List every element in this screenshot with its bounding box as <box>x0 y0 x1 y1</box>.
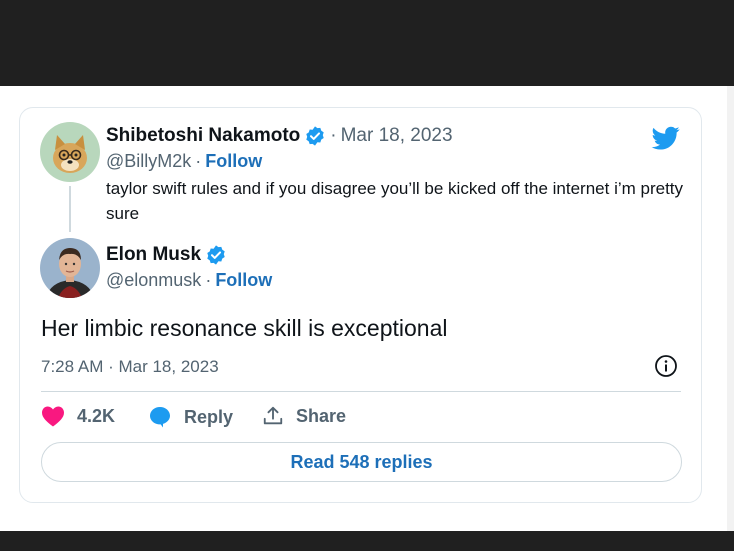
embedded-tweet-card: Shibetoshi Nakamoto · Mar 18, 2023 @Bill… <box>19 107 702 503</box>
parent-author-avatar[interactable] <box>40 122 100 182</box>
page-scrollbar-track[interactable] <box>727 86 734 531</box>
share-icon <box>263 406 283 425</box>
main-follow-link[interactable]: Follow <box>215 270 272 291</box>
main-author-handle[interactable]: @elonmusk <box>106 270 201 291</box>
letterbox-bottom <box>0 531 734 551</box>
letterbox-top <box>0 0 734 86</box>
like-count: 4.2K <box>77 405 116 426</box>
parent-tweet-date[interactable]: Mar 18, 2023 <box>341 125 453 147</box>
thread-connector-line <box>69 186 71 232</box>
heart-icon <box>42 406 64 427</box>
separator-dot: · <box>205 270 212 290</box>
parent-follow-link[interactable]: Follow <box>205 151 262 172</box>
share-label: Share <box>296 405 347 426</box>
like-button[interactable]: 4.2K <box>41 405 115 427</box>
main-author-avatar[interactable] <box>40 238 100 298</box>
parent-author-name[interactable]: Shibetoshi Nakamoto <box>106 125 300 147</box>
action-divider <box>41 391 681 392</box>
main-handle-row: @elonmusk · Follow <box>106 270 272 291</box>
separator-dot: · <box>330 125 337 146</box>
info-icon[interactable] <box>654 354 678 378</box>
read-replies-button[interactable]: Read 548 replies <box>41 442 682 482</box>
verified-badge-icon <box>306 126 324 146</box>
main-author-row: Elon Musk <box>106 244 227 266</box>
separator-dot: · <box>195 151 202 171</box>
reply-label: Reply <box>184 406 234 427</box>
parent-author-row: Shibetoshi Nakamoto · Mar 18, 2023 <box>106 125 453 147</box>
tweet-timestamp[interactable]: 7:28 AM · Mar 18, 2023 <box>41 357 219 377</box>
share-button[interactable]: Share <box>262 405 346 427</box>
parent-tweet-text: taylor swift rules and if you disagree y… <box>106 179 684 223</box>
verified-badge-icon <box>207 245 225 265</box>
main-author-name[interactable]: Elon Musk <box>106 244 201 266</box>
parent-handle-row: @BillyM2k · Follow <box>106 151 262 172</box>
parent-author-handle[interactable]: @BillyM2k <box>106 151 191 172</box>
reply-bubble-icon <box>150 407 170 428</box>
reply-button[interactable]: Reply <box>148 405 233 429</box>
main-tweet-text: Her limbic resonance skill is exceptiona… <box>41 315 448 341</box>
twitter-bird-icon[interactable] <box>650 124 682 152</box>
